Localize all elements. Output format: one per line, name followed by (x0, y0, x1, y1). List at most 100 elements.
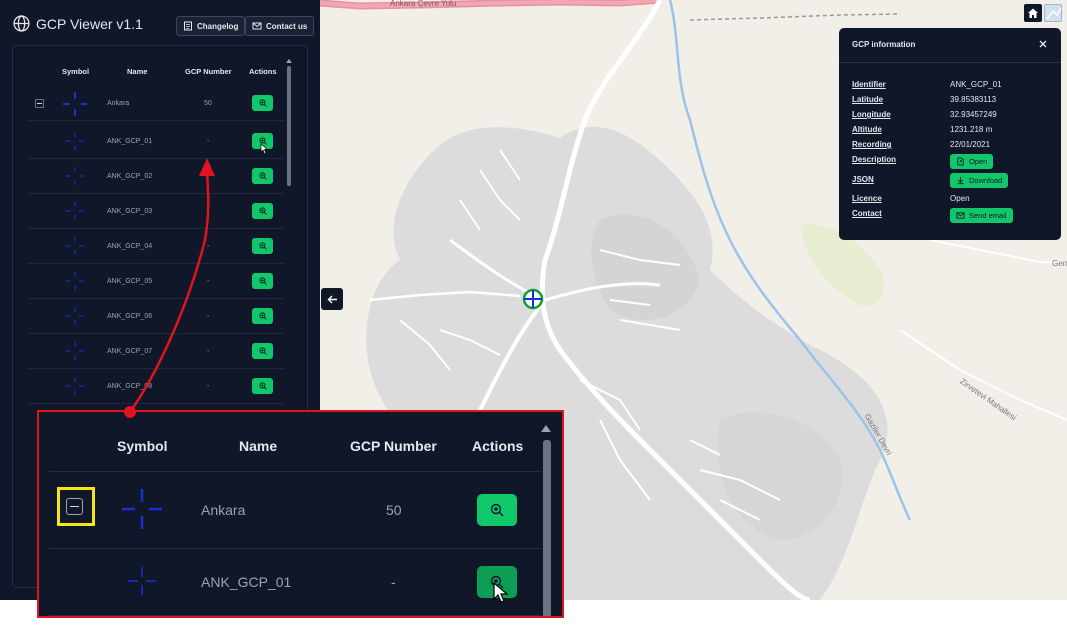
zoom-col-name: Name (239, 438, 278, 454)
table-row[interactable]: ANK_GCP_01 - (28, 124, 284, 159)
group-zoom-button[interactable] (252, 95, 273, 111)
group-symbol (63, 92, 87, 116)
zoom-col-gcp-number: GCP Number (350, 438, 437, 454)
zoom-in-icon (258, 172, 267, 180)
contact-button[interactable]: Contact us (245, 16, 315, 36)
table-row[interactable]: ANK_GCP_02 - (28, 159, 284, 194)
table-row[interactable]: ANK_GCP_08 - (28, 369, 284, 404)
close-icon[interactable] (1038, 39, 1048, 49)
row-name: ANK_GCP_03 (107, 208, 153, 215)
contact-label: Contact (852, 209, 882, 218)
json-label: JSON (852, 175, 874, 184)
contact-label: Contact us (266, 21, 308, 31)
row-zoom-button[interactable] (252, 343, 273, 359)
row-number: - (207, 278, 210, 285)
recording-label: Recording (852, 140, 892, 149)
row-zoom-button[interactable] (252, 308, 273, 324)
row-zoom-button[interactable] (252, 273, 273, 289)
json-download-button[interactable]: Download (950, 173, 1009, 188)
changelog-label: Changelog (197, 21, 239, 31)
description-open-label: Open (969, 157, 988, 166)
minus-icon (70, 505, 79, 508)
longitude-value: 32.93457249 (950, 110, 997, 119)
row-name: ANK_GCP_07 (107, 348, 153, 355)
collapse-sidebar-button[interactable] (321, 288, 343, 310)
home-button[interactable] (1024, 4, 1042, 22)
zoom-in-icon (258, 277, 267, 285)
row-symbol (66, 167, 88, 189)
row-symbol (66, 377, 88, 399)
description-label: Description (852, 155, 897, 164)
send-email-label: Send email (969, 211, 1007, 220)
crosshair-icon (66, 167, 84, 185)
recording-value: 22/01/2021 (950, 140, 991, 149)
crosshair-icon (122, 489, 162, 529)
row-zoom-button[interactable] (252, 168, 273, 184)
zoom-row-number: - (391, 574, 396, 590)
table-row[interactable]: ANK_GCP_03 - (28, 194, 284, 229)
row-zoom-button[interactable] (252, 203, 273, 219)
col-gcp-number: GCP Number (185, 67, 232, 76)
row-symbol (66, 272, 88, 294)
home-icon (1028, 8, 1038, 18)
zoom-in-icon (258, 99, 267, 107)
row-number: - (207, 243, 210, 250)
mail-icon (956, 212, 965, 219)
zoom-row-divider-2 (49, 615, 541, 616)
send-email-button[interactable]: Send email (950, 208, 1013, 223)
table-scroll-thumb[interactable] (287, 66, 291, 186)
road-label: Ankara Çevre Yolu (390, 0, 457, 8)
crosshair-icon (63, 92, 87, 116)
gcp-marker-icon[interactable] (522, 288, 544, 310)
row-name: ANK_GCP_02 (107, 173, 153, 180)
zoom-callout: Symbol Name GCP Number Actions Ankara 50… (37, 410, 564, 618)
crosshair-icon (66, 132, 84, 150)
collapse-group-toggle[interactable] (66, 498, 83, 515)
latitude-value: 39.85383113 (950, 95, 997, 104)
row-symbol (66, 237, 88, 259)
table-row[interactable]: ANK_GCP_07 - (28, 334, 284, 369)
group-name: Ankara (107, 100, 130, 107)
zoom-col-symbol: Symbol (117, 438, 168, 454)
zoom-in-icon (258, 382, 267, 390)
licence-label: Licence (852, 194, 882, 203)
table-row[interactable]: ANK_GCP_04 - (28, 229, 284, 264)
file-open-icon (957, 157, 964, 166)
app-title: GCP Viewer v1.1 (36, 16, 143, 32)
zoom-col-actions: Actions (472, 438, 524, 454)
download-icon (957, 176, 964, 185)
table-row[interactable]: ANK_GCP_05 - (28, 264, 284, 299)
group-count: 50 (204, 100, 212, 107)
row-zoom-button[interactable] (252, 378, 273, 394)
basemap-button[interactable] (1044, 4, 1062, 22)
table-row[interactable]: ANK_GCP_06 - (28, 299, 284, 334)
collapse-group-toggle[interactable] (35, 99, 44, 108)
row-zoom-button[interactable] (252, 238, 273, 254)
row-number: - (207, 208, 210, 215)
description-open-button[interactable]: Open (950, 154, 994, 169)
latitude-label: Latitude (852, 95, 884, 104)
zoom-group-zoom-button[interactable] (477, 494, 517, 526)
changelog-icon (184, 21, 192, 31)
zoom-row-divider (49, 548, 541, 549)
crosshair-icon (66, 342, 84, 360)
row-name: ANK_GCP_05 (107, 278, 153, 285)
zoom-in-icon (258, 312, 267, 320)
row-symbol (66, 202, 88, 224)
changelog-button[interactable]: Changelog (176, 16, 246, 36)
crosshair-icon (66, 237, 84, 255)
identifier-label: Identifier (852, 80, 886, 89)
col-symbol: Symbol (62, 67, 90, 76)
crosshair-icon (66, 307, 84, 325)
table-group-row[interactable]: Ankara 50 (28, 86, 284, 121)
altitude-value: 1231.218 m (950, 125, 993, 134)
mail-icon (252, 22, 262, 30)
crosshair-icon (128, 567, 156, 595)
zoom-scroll-thumb[interactable] (543, 440, 551, 616)
row-name: ANK_GCP_04 (107, 243, 153, 250)
row-name: ANK_GCP_08 (107, 383, 153, 390)
row-number: - (207, 173, 210, 180)
longitude-label: Longitude (852, 110, 891, 119)
gcp-info-panel: GCP information Identifier ANK_GCP_01 La… (839, 28, 1061, 240)
crosshair-icon (66, 377, 84, 395)
